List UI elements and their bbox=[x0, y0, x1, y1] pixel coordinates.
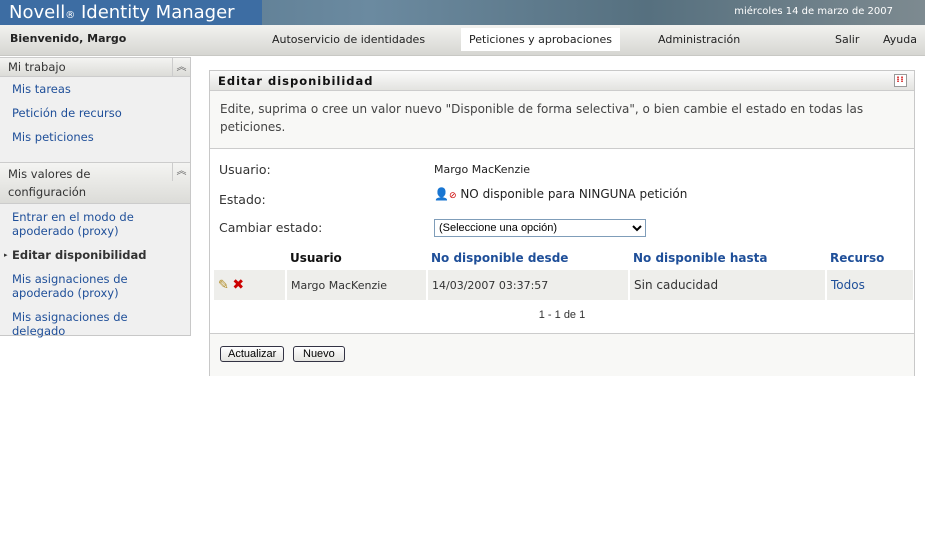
col-unavailable-to[interactable]: No disponible hasta bbox=[629, 246, 826, 270]
change-status-label: Cambiar estado: bbox=[219, 220, 323, 235]
tab-administration[interactable]: Administración bbox=[658, 33, 740, 46]
unavailable-user-icon: 👤 bbox=[434, 187, 449, 201]
section-my-work[interactable]: Mi trabajo ︽ bbox=[0, 57, 190, 77]
edit-availability-panel: Editar disponibilidad ⁝⁝ Edite, suprima o… bbox=[209, 70, 915, 376]
sidebar-item-my-requests[interactable]: Mis peticiones bbox=[0, 130, 190, 144]
tab-identity-self-service[interactable]: Autoservicio de identidades bbox=[272, 33, 425, 46]
current-date: miércoles 14 de marzo de 2007 bbox=[734, 6, 893, 17]
item-label: Editar disponibilidad bbox=[12, 248, 147, 262]
new-button[interactable]: Nuevo bbox=[293, 346, 345, 362]
header-banner: Novell® Identity Manager miércoles 14 de… bbox=[0, 0, 925, 25]
collapse-icon[interactable]: ︽ bbox=[172, 58, 190, 76]
table-row: ✎ ✖ Margo MacKenzie 14/03/2007 03:37:57 … bbox=[214, 270, 913, 300]
user-label: Usuario: bbox=[219, 162, 271, 177]
section-title: Mi trabajo bbox=[8, 60, 66, 74]
tab-requests-approvals[interactable]: Peticiones y aprobaciones bbox=[461, 28, 620, 51]
cell-user: Margo MacKenzie bbox=[285, 270, 427, 300]
collapse-icon[interactable]: ︽ bbox=[172, 163, 190, 181]
bullet-icon: ▸ bbox=[4, 251, 8, 259]
help-link[interactable]: Ayuda bbox=[883, 33, 917, 46]
grid-icon[interactable]: ⁝⁝ bbox=[894, 74, 907, 87]
status-value: 👤⊘ NO disponible para NINGUNA petición bbox=[434, 187, 687, 201]
edit-pencil-icon[interactable]: ✎ bbox=[218, 278, 229, 293]
panel-header: Editar disponibilidad ⁝⁝ bbox=[210, 71, 914, 91]
sidebar-item-edit-availability[interactable]: ▸ Editar disponibilidad bbox=[0, 248, 190, 262]
pagination: 1 - 1 de 1 bbox=[538, 309, 586, 321]
no-entry-icon: ⊘ bbox=[448, 191, 457, 201]
actions-header bbox=[214, 246, 286, 270]
sidebar-item-proxy-mode[interactable]: Entrar en el modo de apoderado (proxy) bbox=[0, 210, 190, 238]
col-user: Usuario bbox=[290, 251, 342, 265]
availability-table: Usuario No disponible desde No disponibl… bbox=[214, 246, 913, 300]
sidebar: Mi trabajo ︽ Mis tareas Petición de recur… bbox=[0, 57, 191, 338]
section-title: Mis valores de configuración bbox=[8, 167, 91, 199]
delete-x-icon[interactable]: ✖ bbox=[232, 277, 244, 293]
section-my-settings[interactable]: Mis valores de configuración ︽ bbox=[0, 162, 190, 204]
sidebar-item-proxy-assignments[interactable]: Mis asignaciones de apoderado (proxy) bbox=[0, 272, 190, 300]
panel-footer: Actualizar Nuevo bbox=[210, 333, 914, 376]
update-button[interactable]: Actualizar bbox=[220, 346, 285, 362]
top-nav: Bienvenido, Margo Autoservicio de identi… bbox=[0, 25, 925, 56]
logout-link[interactable]: Salir bbox=[835, 33, 859, 46]
table-header: Usuario No disponible desde No disponibl… bbox=[214, 246, 913, 270]
col-resource[interactable]: Recurso bbox=[826, 246, 913, 270]
sidebar-item-my-tasks[interactable]: Mis tareas bbox=[0, 82, 190, 96]
panel-description: Edite, suprima o cree un valor nuevo "Di… bbox=[210, 91, 914, 149]
cell-from: 14/03/2007 03:37:57 bbox=[426, 270, 629, 300]
welcome-text: Bienvenido, Margo bbox=[10, 32, 127, 45]
sidebar-item-delegate-assignments[interactable]: Mis asignaciones de delegado bbox=[0, 310, 190, 338]
row-actions: ✎ ✖ bbox=[214, 270, 286, 300]
panel-title: Editar disponibilidad bbox=[218, 74, 374, 88]
cell-to: Sin caducidad bbox=[628, 270, 826, 300]
status-label: Estado: bbox=[219, 192, 266, 207]
app-logo: Novell® Identity Manager bbox=[0, 0, 262, 25]
col-unavailable-from[interactable]: No disponible desde bbox=[427, 246, 629, 270]
change-status-select[interactable]: (Seleccione una opción) bbox=[434, 219, 646, 237]
cell-resource-link[interactable]: Todos bbox=[825, 270, 913, 300]
user-value: Margo MacKenzie bbox=[434, 163, 531, 176]
sidebar-item-resource-request[interactable]: Petición de recurso bbox=[0, 106, 190, 120]
status-text: NO disponible para NINGUNA petición bbox=[460, 187, 688, 201]
